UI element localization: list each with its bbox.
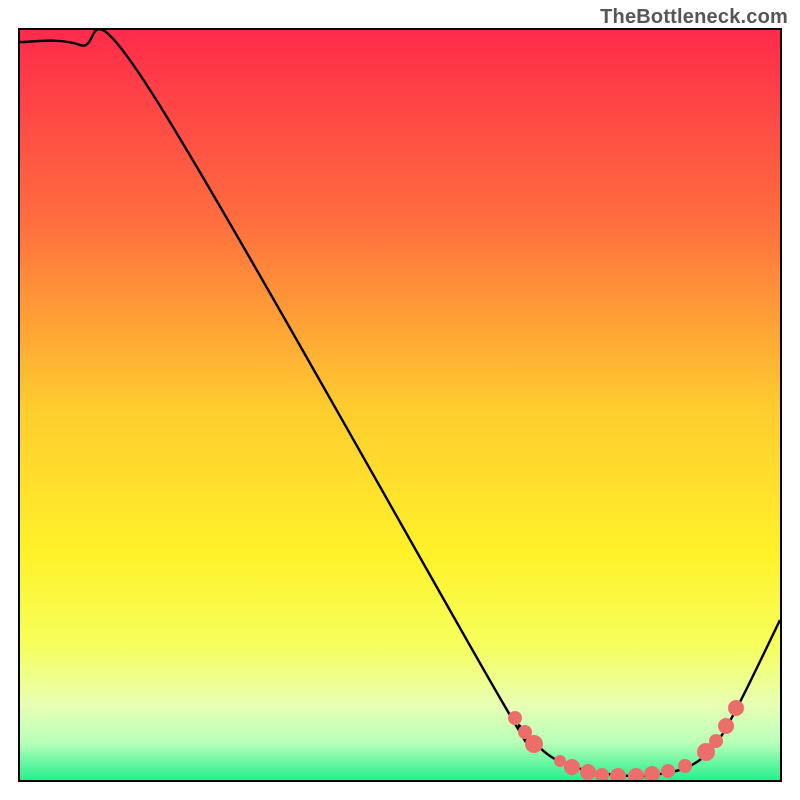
chart-root: TheBottleneck.com xyxy=(0,0,800,800)
bead-marker xyxy=(661,764,675,778)
bead-marker xyxy=(580,764,596,780)
bead-marker xyxy=(508,711,522,725)
bead-marker xyxy=(525,735,543,753)
gradient-background xyxy=(20,30,780,780)
plot-area xyxy=(18,28,782,782)
attribution-label: TheBottleneck.com xyxy=(600,6,788,29)
bead-marker xyxy=(709,734,723,748)
bead-marker xyxy=(718,718,734,734)
bead-marker xyxy=(728,700,744,716)
bead-marker xyxy=(554,755,566,767)
chart-svg xyxy=(20,30,780,780)
bead-marker xyxy=(678,759,692,773)
bead-marker xyxy=(564,759,580,775)
